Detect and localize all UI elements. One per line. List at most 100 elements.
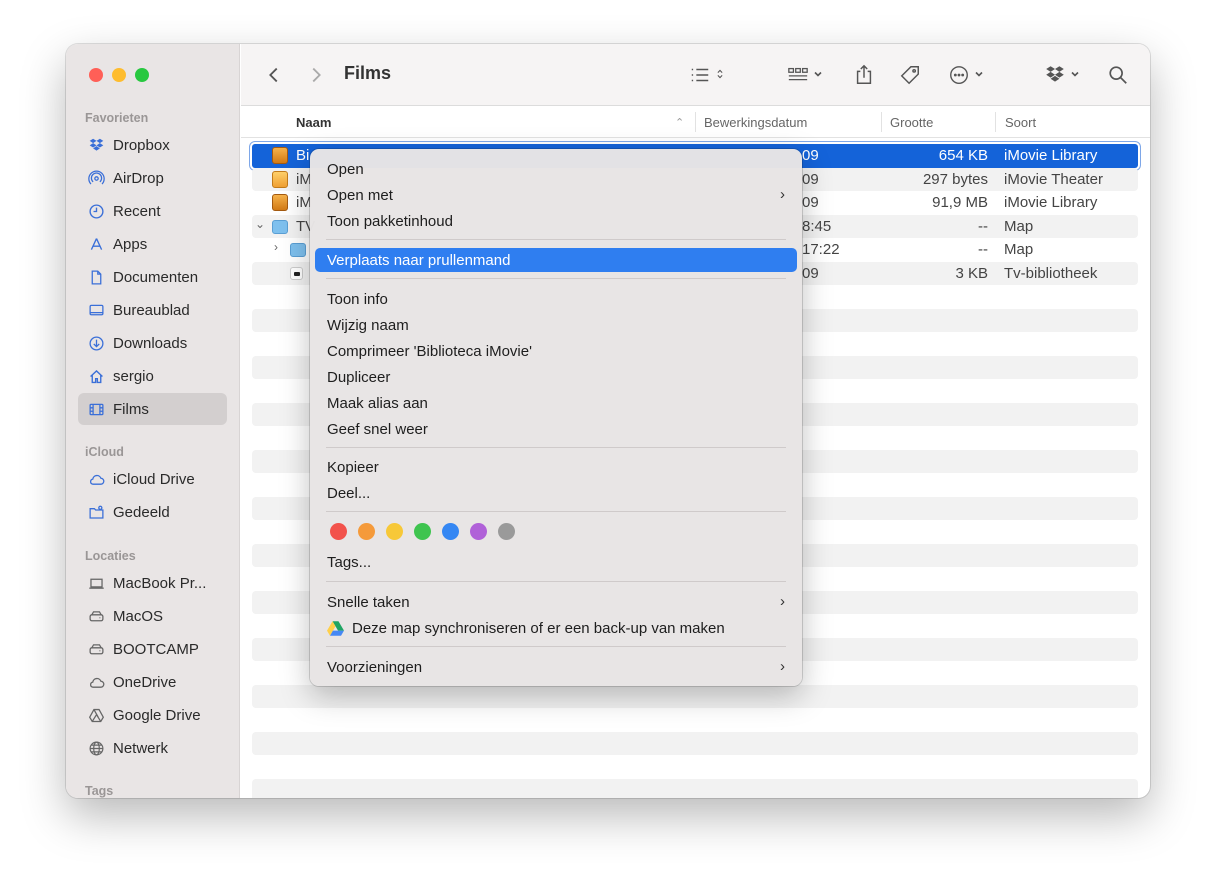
sidebar-item-sergio[interactable]: sergio bbox=[78, 360, 227, 392]
drive-icon bbox=[87, 607, 105, 625]
shared-folder-icon bbox=[87, 503, 105, 521]
sidebar-item-label: Dropbox bbox=[113, 136, 170, 154]
column-header-size[interactable]: Grootte bbox=[890, 115, 933, 130]
menu-item-label: Snelle taken bbox=[327, 593, 410, 611]
menu-item-compress[interactable]: Comprimeer 'Biblioteca iMovie' bbox=[315, 339, 797, 363]
sidebar-item-documenten[interactable]: Documenten bbox=[78, 261, 227, 293]
sidebar-item-airdrop[interactable]: AirDrop bbox=[78, 162, 227, 194]
tag-color-dot[interactable] bbox=[358, 523, 375, 540]
chevron-right-icon: › bbox=[780, 593, 785, 610]
tag-color-dot[interactable] bbox=[330, 523, 347, 540]
column-divider[interactable] bbox=[995, 112, 996, 132]
sidebar-item-dropbox[interactable]: Dropbox bbox=[78, 129, 227, 161]
context-menu: Open Open met › Toon pakketinhoud Verplaa… bbox=[310, 149, 802, 686]
group-button[interactable] bbox=[787, 62, 823, 88]
sidebar-item-google-drive[interactable]: Google Drive bbox=[78, 699, 227, 731]
imovie-library-icon bbox=[272, 147, 288, 164]
grid-icon bbox=[788, 67, 808, 81]
imovie-theater-icon bbox=[272, 170, 288, 188]
toolbar: Films bbox=[241, 44, 1150, 106]
menu-item-label: Toon info bbox=[327, 290, 388, 308]
sidebar-item-label: Google Drive bbox=[113, 706, 201, 724]
menu-item-quick-look[interactable]: Geef snel weer bbox=[315, 417, 797, 441]
empty-row bbox=[252, 755, 1138, 779]
airdrop-icon bbox=[87, 169, 105, 187]
disclosure-closed-icon[interactable]: › bbox=[274, 240, 278, 254]
sidebar-item-macbook[interactable]: MacBook Pr... bbox=[78, 567, 227, 599]
action-button[interactable] bbox=[948, 62, 984, 88]
menu-item-gdrive-sync[interactable]: Deze map synchroniseren of er een back-u… bbox=[315, 616, 797, 640]
menu-separator bbox=[326, 239, 786, 240]
minimize-window-button[interactable] bbox=[112, 68, 126, 82]
search-button[interactable] bbox=[1107, 62, 1129, 88]
sidebar-item-apps[interactable]: Apps bbox=[78, 228, 227, 260]
file-size: 91,9 MB bbox=[932, 194, 988, 211]
sidebar-item-label: Downloads bbox=[113, 334, 188, 352]
empty-row bbox=[252, 778, 1138, 798]
sidebar-item-netwerk[interactable]: Netwerk bbox=[78, 732, 227, 764]
zoom-window-button[interactable] bbox=[135, 68, 149, 82]
column-divider[interactable] bbox=[881, 112, 882, 132]
sidebar-item-icloud-drive[interactable]: iCloud Drive bbox=[78, 463, 227, 495]
file-kind: iMovie Library bbox=[1004, 147, 1098, 164]
share-button[interactable] bbox=[853, 62, 875, 88]
sidebar-item-label: iCloud Drive bbox=[113, 470, 195, 488]
column-header-name[interactable]: Naam bbox=[296, 115, 331, 130]
menu-item-share[interactable]: Deel... bbox=[315, 481, 797, 505]
tag-icon bbox=[900, 66, 919, 85]
sidebar-item-onedrive[interactable]: OneDrive bbox=[78, 666, 227, 698]
menu-item-quick-actions[interactable]: Snelle taken › bbox=[315, 590, 797, 614]
menu-item-copy[interactable]: Kopieer bbox=[315, 455, 797, 479]
file-name: Bi bbox=[296, 147, 310, 164]
sidebar-item-gedeeld[interactable]: Gedeeld bbox=[78, 496, 227, 528]
menu-item-duplicate[interactable]: Dupliceer bbox=[315, 365, 797, 389]
menu-item-tags[interactable]: Tags... bbox=[315, 550, 797, 574]
close-window-button[interactable] bbox=[89, 68, 103, 82]
column-divider[interactable] bbox=[695, 112, 696, 132]
menu-item-open[interactable]: Open bbox=[315, 157, 797, 181]
sidebar-item-recent[interactable]: Recent bbox=[78, 195, 227, 227]
sidebar-item-bootcamp[interactable]: BOOTCAMP bbox=[78, 633, 227, 665]
menu-item-rename[interactable]: Wijzig naam bbox=[315, 313, 797, 337]
tag-color-dot[interactable] bbox=[470, 523, 487, 540]
clock-icon bbox=[87, 202, 105, 220]
sidebar-item-macos[interactable]: MacOS bbox=[78, 600, 227, 632]
file-kind: iMovie Library bbox=[1004, 194, 1098, 211]
share-icon bbox=[856, 64, 872, 84]
tag-color-dot[interactable] bbox=[498, 523, 515, 540]
menu-item-services[interactable]: Voorzieningen › bbox=[315, 655, 797, 679]
file-date: 8:45 bbox=[802, 217, 832, 235]
chevron-right-icon: › bbox=[780, 186, 785, 203]
sidebar-item-downloads[interactable]: Downloads bbox=[78, 327, 227, 359]
chevron-down-icon bbox=[813, 66, 823, 84]
column-header-kind[interactable]: Soort bbox=[1005, 115, 1036, 130]
file-date: 09 bbox=[802, 170, 819, 188]
view-mode-button[interactable] bbox=[689, 62, 725, 88]
sidebar-item-label: Bureaublad bbox=[113, 301, 190, 319]
sidebar-section-locations: Locaties bbox=[85, 549, 136, 563]
menu-item-make-alias[interactable]: Maak alias aan bbox=[315, 391, 797, 415]
column-header-date[interactable]: Bewerkingsdatum bbox=[704, 115, 807, 130]
disclosure-open-icon[interactable]: ⌄ bbox=[255, 217, 265, 231]
tag-color-dot[interactable] bbox=[414, 523, 431, 540]
menu-item-show-package[interactable]: Toon pakketinhoud bbox=[315, 209, 797, 233]
back-button[interactable] bbox=[263, 62, 285, 88]
file-kind: Tv-bibliotheek bbox=[1004, 264, 1098, 282]
forward-button[interactable] bbox=[305, 62, 327, 88]
menu-item-label: Voorzieningen bbox=[327, 658, 423, 676]
sidebar-item-bureaublad[interactable]: Bureaublad bbox=[78, 294, 227, 326]
dropbox-button[interactable] bbox=[1044, 62, 1080, 88]
sort-ascending-icon: ⌃ bbox=[675, 117, 685, 129]
file-date: 09 bbox=[802, 264, 819, 282]
menu-item-open-with[interactable]: Open met › bbox=[315, 183, 797, 207]
sidebar-item-label: Films bbox=[113, 400, 149, 418]
desktop-icon bbox=[87, 301, 105, 319]
tag-color-dot[interactable] bbox=[386, 523, 403, 540]
menu-item-get-info[interactable]: Toon info bbox=[315, 287, 797, 311]
menu-item-move-to-trash[interactable]: Verplaats naar prullenmand bbox=[315, 248, 797, 272]
sidebar-item-films[interactable]: Films bbox=[78, 393, 227, 425]
tag-color-dot[interactable] bbox=[442, 523, 459, 540]
sidebar-section-icloud: iCloud bbox=[85, 445, 124, 459]
tag-button[interactable] bbox=[899, 62, 921, 88]
menu-item-label: Maak alias aan bbox=[327, 394, 428, 412]
